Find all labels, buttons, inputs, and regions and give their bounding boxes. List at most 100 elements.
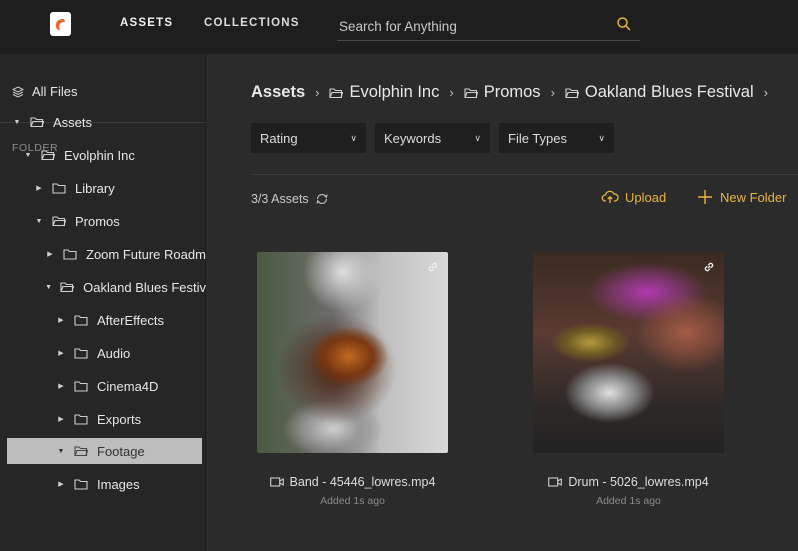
tree-item[interactable]: ▶ Cinema4D: [0, 373, 206, 399]
new-folder-button[interactable]: New Folder: [696, 188, 786, 206]
tree-item-label: Zoom Future Roadm: [86, 246, 206, 262]
folder-open-icon: [52, 216, 66, 227]
asset-card[interactable]: Drum - 5026_lowres.mp4 Added 1s ago: [533, 252, 724, 507]
folder-icon: [74, 414, 88, 425]
logo-icon: [55, 18, 66, 30]
chevron-down-icon: ∨: [350, 132, 357, 143]
caret-right-icon[interactable]: ▶: [56, 382, 66, 390]
upload-label: Upload: [625, 189, 667, 205]
breadcrumb-item-promos[interactable]: Promos: [484, 83, 541, 102]
video-icon: [548, 477, 563, 487]
chevron-right-icon: ›: [550, 85, 555, 100]
tree-item[interactable]: ▶ Exports: [0, 406, 206, 432]
all-files-link[interactable]: All Files: [12, 84, 78, 99]
cloud-upload-icon: [601, 190, 619, 203]
tree-item-label: Assets: [53, 114, 93, 130]
asset-name[interactable]: Drum - 5026_lowres.mp4: [533, 475, 724, 489]
chevron-down-icon: ∨: [474, 132, 481, 143]
caret-right-icon[interactable]: ▶: [56, 480, 66, 488]
plus-icon: [698, 190, 712, 204]
top-bar: ASSETS COLLECTIONS: [0, 0, 798, 54]
chevron-right-icon: ›: [763, 85, 768, 100]
search-icon[interactable]: [616, 16, 632, 32]
link-icon[interactable]: [702, 260, 716, 274]
folder-icon: [74, 381, 88, 392]
folder-icon: [52, 183, 66, 194]
asset-name-label: Band - 45446_lowres.mp4: [289, 475, 436, 489]
chevron-right-icon: ›: [315, 85, 320, 100]
asset-count-label: 3/3 Assets: [251, 192, 309, 206]
filter-divider: [251, 174, 798, 175]
main-content: Assets › Evolphin Inc › Promos › Oakland…: [206, 54, 798, 551]
tree-item-label: Audio: [97, 345, 131, 361]
asset-thumbnail[interactable]: [533, 252, 724, 453]
all-files-label: All Files: [32, 84, 78, 99]
caret-down-icon[interactable]: ▼: [12, 119, 22, 126]
folder-open-icon: [329, 87, 344, 98]
caret-right-icon[interactable]: ▶: [45, 250, 55, 258]
rating-label: Rating: [260, 130, 298, 146]
breadcrumb-item-assets[interactable]: Assets: [251, 83, 305, 102]
caret-right-icon[interactable]: ▶: [34, 184, 44, 192]
new-folder-label: New Folder: [720, 189, 787, 205]
tree-item[interactable]: ▼ Evolphin Inc: [0, 142, 206, 168]
tree-item[interactable]: ▶ Library: [0, 175, 206, 201]
tree-item[interactable]: ▼ Footage: [7, 438, 202, 464]
asset-name-label: Drum - 5026_lowres.mp4: [568, 475, 709, 489]
sidebar: All Files FOLDER ▼ Assets ▼ Evolphin Inc ▶ Li…: [0, 54, 206, 551]
tree-item-label: Promos: [75, 213, 120, 229]
upload-button[interactable]: Upload: [601, 188, 666, 206]
tree-item-label: AfterEffects: [97, 312, 164, 328]
tree-item-label: Evolphin Inc: [64, 147, 135, 163]
breadcrumb: Assets › Evolphin Inc › Promos › Oakland…: [251, 83, 778, 102]
search-bar: [337, 11, 640, 41]
caret-down-icon[interactable]: ▼: [45, 284, 52, 291]
file-types-dropdown[interactable]: File Types ∨: [499, 123, 614, 153]
tree-item[interactable]: ▼ Assets: [0, 109, 206, 135]
folder-icon: [74, 479, 88, 490]
folder-icon: [74, 348, 88, 359]
keywords-dropdown[interactable]: Keywords ∨: [375, 123, 490, 153]
folder-open-icon: [464, 87, 478, 98]
asset-card[interactable]: Band - 45446_lowres.mp4 Added 1s ago: [257, 252, 448, 507]
caret-right-icon[interactable]: ▶: [56, 349, 66, 357]
chevron-down-icon: ∨: [598, 132, 605, 143]
video-icon: [269, 477, 284, 487]
layers-icon: [12, 85, 24, 98]
tree-item-label: Cinema4D: [97, 378, 159, 394]
folder-open-icon: [41, 150, 55, 161]
tree-item-label: Library: [75, 180, 115, 196]
asset-added-time: Added 1s ago: [596, 495, 661, 507]
tree-item[interactable]: ▶ AfterEffects: [0, 307, 206, 333]
asset-count: 3/3 Assets: [251, 192, 329, 206]
tree-item-label: Images: [97, 476, 140, 492]
tree-item[interactable]: ▶ Images: [0, 471, 206, 497]
tree-item[interactable]: ▼ Oakland Blues Festiv: [0, 274, 206, 300]
rating-dropdown[interactable]: Rating ∨: [251, 123, 366, 153]
app-logo[interactable]: [50, 12, 71, 36]
tab-assets[interactable]: ASSETS: [120, 17, 173, 29]
asset-thumbnail[interactable]: [257, 252, 448, 453]
search-input[interactable]: [339, 15, 599, 37]
folder-open-icon: [74, 446, 88, 457]
breadcrumb-item-oakland[interactable]: Oakland Blues Festival: [585, 83, 754, 102]
tab-collections[interactable]: COLLECTIONS: [204, 17, 300, 29]
breadcrumb-item-evolphin[interactable]: Evolphin Inc: [349, 83, 439, 102]
chevron-right-icon: ›: [449, 85, 454, 100]
asset-name[interactable]: Band - 45446_lowres.mp4: [257, 475, 448, 489]
asset-added-time: Added 1s ago: [320, 495, 385, 507]
folder-open-icon: [30, 117, 44, 128]
caret-down-icon[interactable]: ▼: [34, 218, 44, 225]
tree-item[interactable]: ▶ Audio: [0, 340, 206, 366]
caret-down-icon[interactable]: ▼: [56, 448, 66, 455]
refresh-icon[interactable]: [315, 192, 329, 206]
file-types-label: File Types: [508, 130, 568, 146]
link-icon[interactable]: [426, 260, 440, 274]
folder-icon: [63, 249, 77, 260]
caret-down-icon[interactable]: ▼: [23, 152, 33, 159]
tree-item[interactable]: ▼ Promos: [0, 208, 206, 234]
tree-item-label: Exports: [97, 411, 142, 427]
caret-right-icon[interactable]: ▶: [56, 316, 66, 324]
caret-right-icon[interactable]: ▶: [56, 415, 66, 423]
tree-item[interactable]: ▶ Zoom Future Roadm: [0, 241, 206, 267]
